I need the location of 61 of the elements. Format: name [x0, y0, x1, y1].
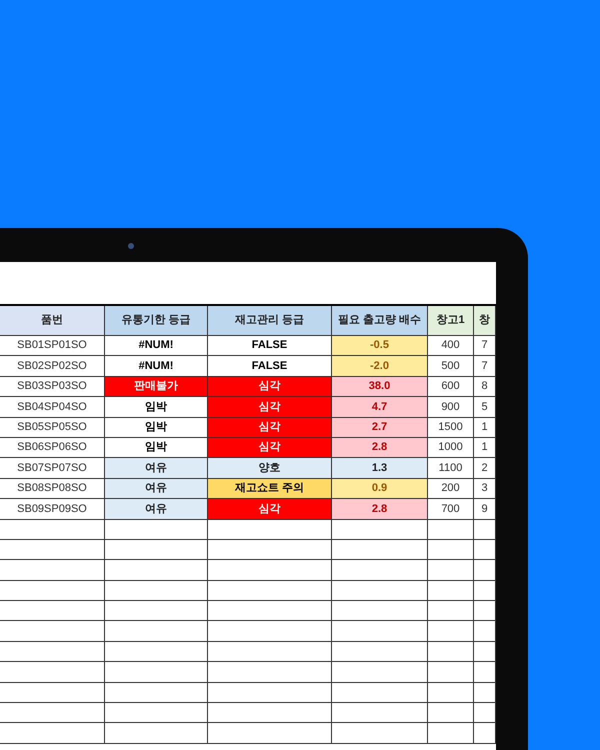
table-cell: 9 — [474, 499, 496, 520]
table-cell: #NUM! — [105, 356, 208, 377]
table-cell: 500 — [428, 356, 474, 377]
table-cell: 여유 — [105, 499, 208, 520]
table-cell: SB02SP02SO — [0, 356, 105, 377]
table-cell: 400 — [428, 336, 474, 356]
table-cell: 심각 — [208, 418, 332, 438]
table-cell: 임박 — [105, 438, 208, 458]
table-cell: SB08SP08SO — [0, 478, 105, 500]
table-cell: 1.3 — [332, 458, 428, 479]
table-cell: 심각 — [208, 376, 332, 398]
table-cell: 0.9 — [332, 478, 428, 500]
table-cell: 700 — [428, 499, 474, 520]
column-header: 필요 출고량 배수 — [332, 306, 428, 336]
table-cell: 1100 — [428, 458, 474, 479]
table-cell: #NUM! — [105, 336, 208, 356]
table-cell: 7 — [474, 336, 496, 356]
table-cell: SB05SP05SO — [0, 418, 105, 438]
table-cell: 여유 — [105, 478, 208, 500]
table-cell: 1500 — [428, 418, 474, 438]
table-cell: SB01SP01SO — [0, 336, 105, 356]
table-cell: FALSE — [208, 336, 332, 356]
column-header: 재고관리 등급 — [208, 306, 332, 336]
column-header: 유통기한 등급 — [105, 306, 208, 336]
table-cell: FALSE — [208, 356, 332, 377]
table-cell: 200 — [428, 478, 474, 500]
table-cell: 1000 — [428, 438, 474, 458]
column-header: 창고1 — [428, 306, 474, 336]
table-cell: SB03SP03SO — [0, 376, 105, 398]
table-cell: 1 — [474, 418, 496, 438]
table-cell: 양호 — [208, 458, 332, 479]
table-cell: 2.8 — [332, 499, 428, 520]
table-cell: 900 — [428, 397, 474, 418]
table-cell: SB06SP06SO — [0, 438, 105, 458]
table-cell: -2.0 — [332, 356, 428, 377]
table-cell: 600 — [428, 376, 474, 398]
table-cell: 여유 — [105, 458, 208, 479]
table-cell: 재고쇼트 주의 — [208, 478, 332, 500]
table-cell: 3 — [474, 478, 496, 500]
table-cell: 임박 — [105, 418, 208, 438]
table-cell: 임박 — [105, 397, 208, 418]
table-cell: 2 — [474, 458, 496, 479]
table-cell: SB07SP07SO — [0, 458, 105, 479]
table-cell: 8 — [474, 376, 496, 398]
table-cell: SB09SP09SO — [0, 499, 105, 520]
table-cell: 심각 — [208, 438, 332, 458]
table-cell: SB04SP04SO — [0, 397, 105, 418]
table-cell: 4.7 — [332, 397, 428, 418]
table-cell: 2.8 — [332, 438, 428, 458]
table-cell: -0.5 — [332, 336, 428, 356]
table-cell: 심각 — [208, 499, 332, 520]
table-cell: 1 — [474, 438, 496, 458]
table-cell: 심각 — [208, 397, 332, 418]
column-header: 품번 — [0, 306, 105, 336]
table-cell: 2.7 — [332, 418, 428, 438]
table-cell: 판매불가 — [105, 376, 208, 398]
camera-icon — [128, 243, 134, 249]
table-cell: 38.0 — [332, 376, 428, 398]
table-cell: 7 — [474, 356, 496, 377]
column-header: 창 — [474, 306, 496, 336]
table-cell: 5 — [474, 397, 496, 418]
